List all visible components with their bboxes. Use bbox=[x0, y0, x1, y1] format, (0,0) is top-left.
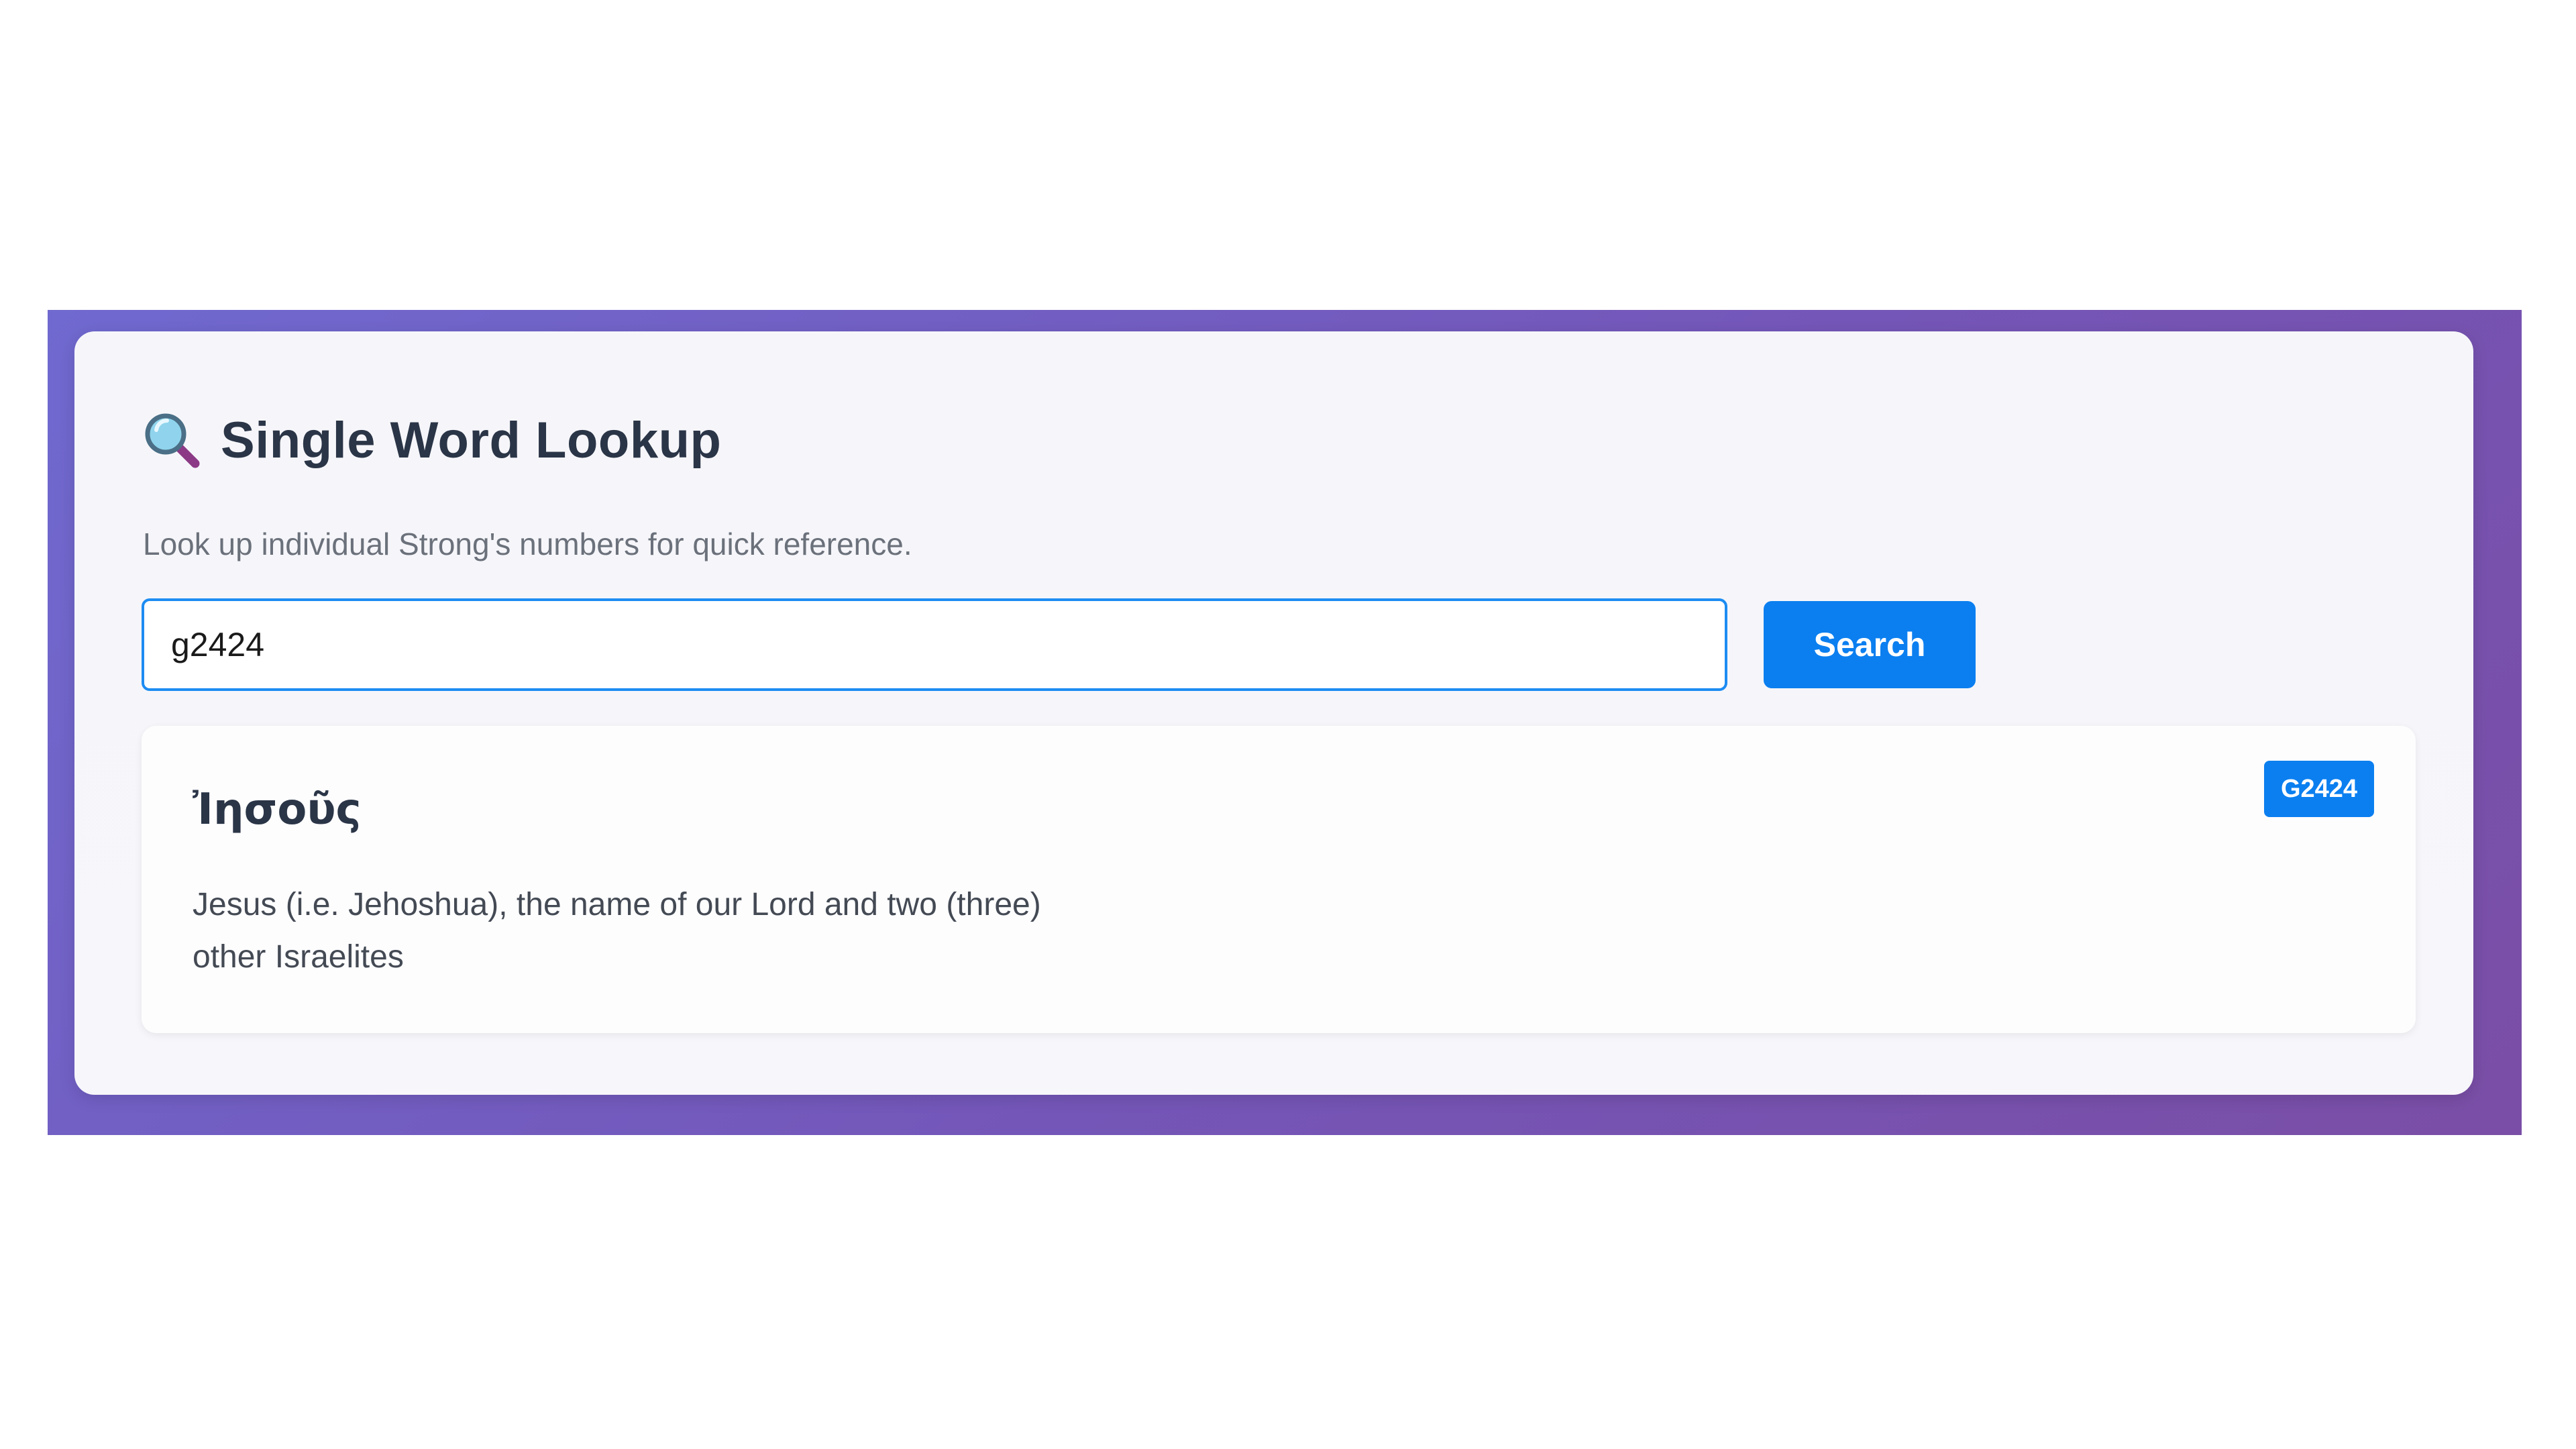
page-subtitle: Look up individual Strong's numbers for … bbox=[143, 527, 912, 561]
greek-word: Ἰησοῦς bbox=[193, 785, 362, 835]
page-frame: Single Word Lookup Look up individual St… bbox=[48, 310, 2522, 1135]
search-button[interactable]: Search bbox=[1764, 601, 1976, 688]
page-title: Single Word Lookup bbox=[221, 411, 722, 469]
result-card: Ἰησοῦς Jesus (i.e. Jehoshua), the name o… bbox=[142, 726, 2416, 1033]
panel-header: Single Word Lookup bbox=[142, 407, 721, 474]
lookup-panel: Single Word Lookup Look up individual St… bbox=[74, 331, 2473, 1095]
strongs-number-badge: G2424 bbox=[2264, 761, 2374, 817]
word-definition: Jesus (i.e. Jehoshua), the name of our L… bbox=[193, 887, 1041, 975]
strongs-search-input[interactable] bbox=[142, 598, 1727, 691]
magnifying-glass-icon bbox=[145, 413, 200, 468]
